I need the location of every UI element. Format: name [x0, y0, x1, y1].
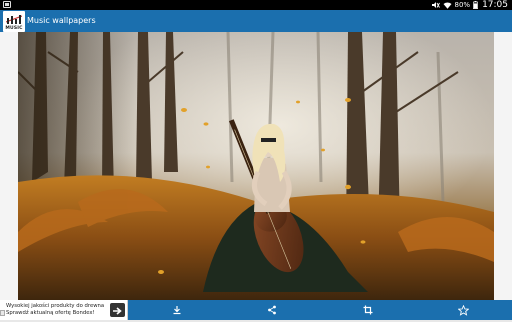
star-icon: [457, 304, 469, 316]
bottom-toolbar: Wysokiej jakości produkty do drewna Spra…: [0, 300, 512, 320]
app-icon[interactable]: MUSIC: [3, 11, 25, 32]
share-button[interactable]: [262, 300, 282, 320]
status-bar: 80% 17:05: [0, 0, 512, 10]
crop-icon: [363, 305, 373, 315]
app-title: Music wallpapers: [27, 16, 96, 25]
ad-line-1: Wysokiej jakości produkty do drewna: [6, 303, 105, 309]
status-icons: 80% 17:05: [431, 0, 508, 10]
download-button[interactable]: [167, 300, 187, 320]
ad-line-2: Sprawdź aktualną ofertę Bondex!: [6, 310, 95, 316]
wifi-icon: [443, 1, 452, 9]
arrow-right-icon: [113, 307, 122, 315]
app-icon-label: MUSIC: [5, 26, 23, 31]
battery-icon: [473, 1, 479, 9]
clock: 17:05: [482, 0, 508, 10]
ad-banner[interactable]: Wysokiej jakości produkty do drewna Spra…: [0, 300, 128, 320]
crop-button[interactable]: [358, 300, 378, 320]
ad-arrow-button[interactable]: [110, 303, 125, 317]
favorite-button[interactable]: [453, 300, 473, 320]
wallpaper-viewer[interactable]: [0, 32, 512, 300]
share-icon: [268, 305, 276, 315]
download-icon: [173, 306, 181, 315]
equalizer-icon: [6, 15, 22, 24]
wallpaper-artwork: [18, 32, 494, 300]
notification-icon: [3, 1, 11, 8]
ad-info-icon: [0, 310, 5, 316]
battery-percent: 80%: [454, 1, 471, 9]
wallpaper-image[interactable]: [18, 32, 494, 300]
action-bar: MUSIC Music wallpapers: [0, 10, 512, 32]
mute-icon: [431, 1, 440, 9]
